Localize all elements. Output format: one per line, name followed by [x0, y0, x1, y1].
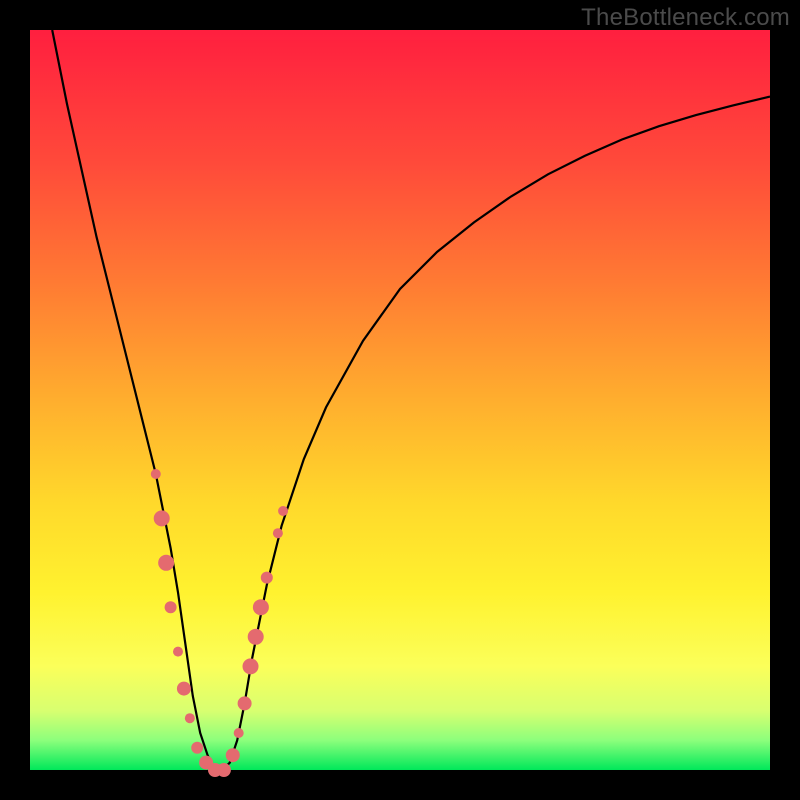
- data-marker: [151, 469, 161, 479]
- bottleneck-curve: [52, 30, 770, 770]
- plot-area: [30, 30, 770, 770]
- data-marker: [278, 506, 288, 516]
- data-marker: [158, 555, 174, 571]
- data-marker: [248, 629, 264, 645]
- chart-frame: TheBottleneck.com: [0, 0, 800, 800]
- data-marker: [243, 658, 259, 674]
- data-marker: [191, 742, 203, 754]
- data-marker: [177, 682, 191, 696]
- data-marker: [253, 599, 269, 615]
- data-marker: [238, 696, 252, 710]
- data-marker: [217, 763, 231, 777]
- marker-group: [151, 469, 288, 777]
- data-marker: [185, 713, 195, 723]
- data-marker: [226, 748, 240, 762]
- data-marker: [165, 601, 177, 613]
- data-marker: [154, 510, 170, 526]
- chart-svg: [30, 30, 770, 770]
- data-marker: [234, 728, 244, 738]
- data-marker: [273, 528, 283, 538]
- data-marker: [261, 572, 273, 584]
- data-marker: [173, 647, 183, 657]
- watermark-text: TheBottleneck.com: [581, 4, 790, 32]
